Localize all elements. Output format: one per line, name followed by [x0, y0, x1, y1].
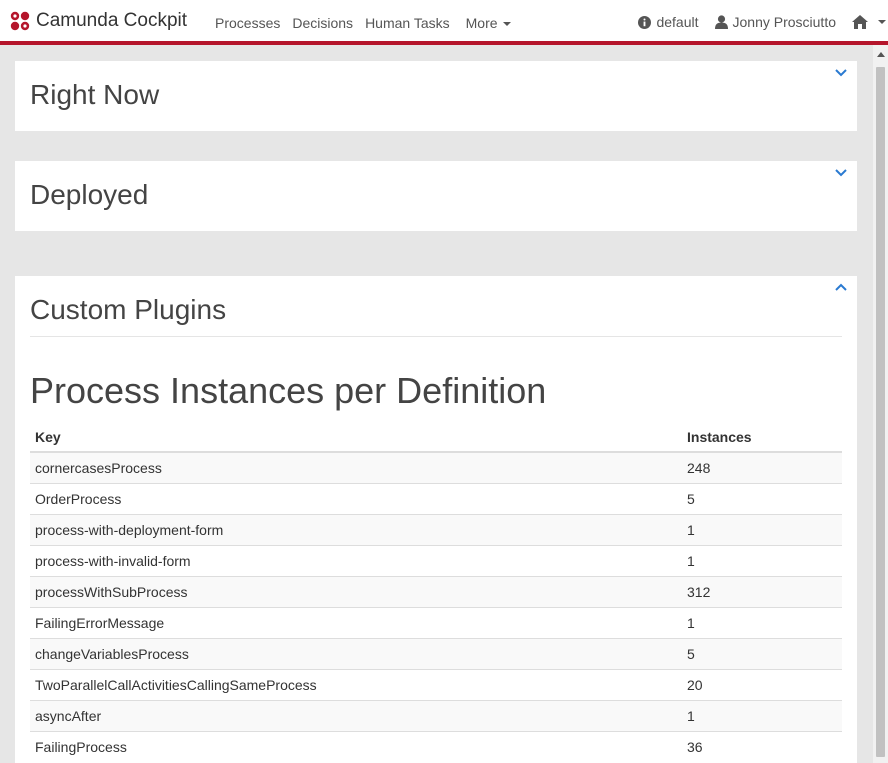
cell-instances: 1 — [682, 513, 842, 545]
main-nav: Processes Decisions Human Tasks More — [215, 15, 523, 31]
cell-key: TwoParallelCallActivitiesCallingSameProc… — [30, 668, 682, 700]
cell-key: changeVariablesProcess — [30, 637, 682, 669]
cell-instances: 36 — [682, 730, 842, 762]
caret-down-icon — [878, 20, 886, 24]
nav-decisions[interactable]: Decisions — [292, 15, 353, 31]
cell-instances: 5 — [682, 637, 842, 669]
nav-more-dropdown[interactable]: More — [466, 15, 511, 31]
cell-key: asyncAfter — [30, 699, 682, 731]
plugin-title: Process Instances per Definition — [30, 370, 547, 411]
column-header-instances[interactable]: Instances — [682, 422, 842, 453]
chevron-down-icon[interactable] — [835, 69, 847, 77]
panel-title-right-now: Right Now — [30, 79, 160, 110]
page-scrollbar[interactable] — [873, 45, 888, 763]
table-header-row: Key Instances — [30, 422, 842, 453]
table-row: process-with-deployment-form 1 — [30, 513, 842, 545]
home-menu[interactable] — [852, 15, 886, 29]
cell-instances: 1 — [682, 544, 842, 576]
scroll-up-arrow-icon[interactable] — [877, 52, 885, 57]
user-menu[interactable]: Jonny Prosciutto — [714, 14, 837, 30]
column-header-key[interactable]: Key — [30, 422, 682, 453]
brand[interactable]: Camunda Cockpit — [10, 10, 187, 32]
nav-right: default Jonny Prosciutto — [638, 14, 886, 30]
cell-key: process-with-deployment-form — [30, 513, 682, 545]
table-row: cornercasesProcess 248 — [30, 451, 842, 483]
table-row: FailingProcess 36 — [30, 730, 842, 762]
cell-instances: 20 — [682, 668, 842, 700]
panel-divider — [30, 336, 842, 337]
brand-title: Camunda Cockpit — [36, 10, 188, 31]
info-circle-icon — [638, 15, 652, 29]
cell-instances: 5 — [682, 482, 842, 514]
chevron-down-icon[interactable] — [835, 169, 847, 177]
panel-right-now: Right Now — [15, 61, 857, 131]
cell-instances: 1 — [682, 606, 842, 638]
cell-key: processWithSubProcess — [30, 575, 682, 607]
caret-down-icon — [502, 22, 511, 27]
table-row: asyncAfter 1 — [30, 699, 842, 731]
table-row: OrderProcess 5 — [30, 482, 842, 514]
nav-processes[interactable]: Processes — [215, 15, 280, 31]
cell-instances: 312 — [682, 575, 842, 607]
cell-instances: 1 — [682, 699, 842, 731]
cell-key: FailingErrorMessage — [30, 606, 682, 638]
top-navbar: Camunda Cockpit Processes Decisions Huma… — [0, 0, 888, 45]
nav-human-tasks[interactable]: Human Tasks — [365, 15, 450, 31]
table-row: processWithSubProcess 312 — [30, 575, 842, 607]
engine-label: default — [656, 14, 699, 30]
instances-table: Key Instances cornercasesProcess 248 Ord… — [30, 422, 842, 762]
table-row: changeVariablesProcess 5 — [30, 637, 842, 669]
scroll-thumb[interactable] — [876, 67, 885, 757]
chevron-up-icon[interactable] — [835, 283, 847, 291]
user-name: Jonny Prosciutto — [732, 14, 837, 30]
panel-title-custom-plugins: Custom Plugins — [30, 294, 227, 325]
nav-more-label: More — [465, 15, 498, 31]
camunda-logo-icon — [10, 11, 30, 31]
table-row: TwoParallelCallActivitiesCallingSameProc… — [30, 668, 842, 700]
panel-title-deployed: Deployed — [30, 179, 149, 210]
cell-key: FailingProcess — [30, 730, 682, 762]
user-icon — [714, 15, 728, 29]
panel-deployed: Deployed — [15, 161, 857, 231]
cell-instances: 248 — [682, 451, 842, 483]
cell-key: OrderProcess — [30, 482, 682, 514]
table-row: FailingErrorMessage 1 — [30, 606, 842, 638]
cell-key: process-with-invalid-form — [30, 544, 682, 576]
engine-selector[interactable]: default — [638, 14, 699, 30]
table-row: process-with-invalid-form 1 — [30, 544, 842, 576]
home-icon — [852, 15, 868, 29]
cell-key: cornercasesProcess — [30, 451, 682, 483]
panel-custom-plugins: Custom Plugins Process Instances per Def… — [15, 276, 857, 763]
